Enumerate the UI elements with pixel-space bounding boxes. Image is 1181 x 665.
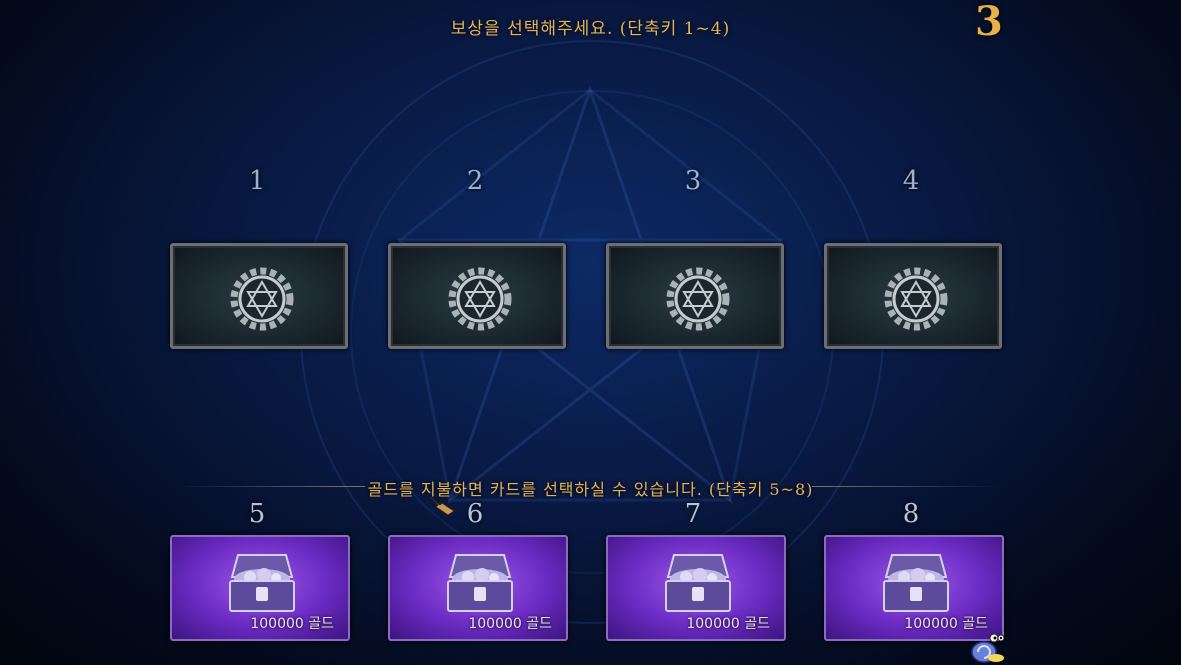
gold-card-5[interactable]: 100000 골드 [170,535,350,641]
treasure-chest-icon [665,554,731,612]
gear-star-icon [230,267,294,331]
treasure-chest-icon [447,554,513,612]
reward-card-4[interactable] [824,243,1002,349]
gold-cost-label: 100000 골드 [468,616,552,632]
countdown-timer: 3 [975,0,1003,45]
card-number-8: 8 [902,499,920,529]
card-number-4: 4 [902,166,920,196]
gear-star-icon [448,267,512,331]
gold-card-6[interactable]: 100000 골드 [388,535,568,641]
gold-cost-label: 100000 골드 [686,616,770,632]
treasure-chest-icon [883,554,949,612]
gold-card-7[interactable]: 100000 골드 [606,535,786,641]
card-number-5: 5 [248,499,266,529]
gear-star-icon [666,267,730,331]
card-number-7: 7 [684,499,702,529]
reward-card-2[interactable] [388,243,566,349]
reward-select-title: 보상을 선택해주세요. (단축키 1~4) [450,19,731,39]
reward-card-1[interactable] [170,243,348,349]
card-number-6: 6 [466,499,484,529]
gold-cost-label: 100000 골드 [250,616,334,632]
mouse-cursor-icon [429,496,455,516]
card-number-2: 2 [466,166,484,196]
card-number-3: 3 [684,166,702,196]
gold-card-8[interactable]: 100000 골드 [824,535,1004,641]
reward-card-3[interactable] [606,243,784,349]
snail-mascot-icon [971,633,1004,663]
gear-star-icon [884,267,948,331]
gold-select-subtitle: 골드를 지불하면 카드를 선택하실 수 있습니다. (단축키 5~8) [367,480,814,499]
treasure-chest-icon [229,554,295,612]
card-number-1: 1 [248,166,266,196]
